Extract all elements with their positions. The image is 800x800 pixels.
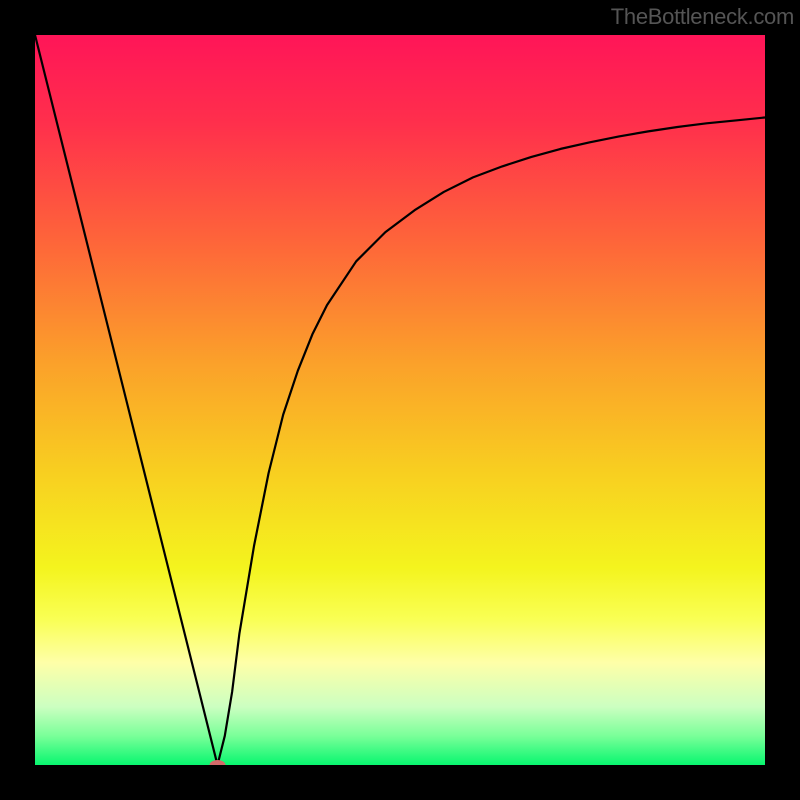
watermark-label: TheBottleneck.com (611, 4, 794, 30)
chart-frame: TheBottleneck.com (0, 0, 800, 800)
chart-svg (35, 35, 765, 765)
gradient-background (35, 35, 765, 765)
plot-area (35, 35, 765, 765)
